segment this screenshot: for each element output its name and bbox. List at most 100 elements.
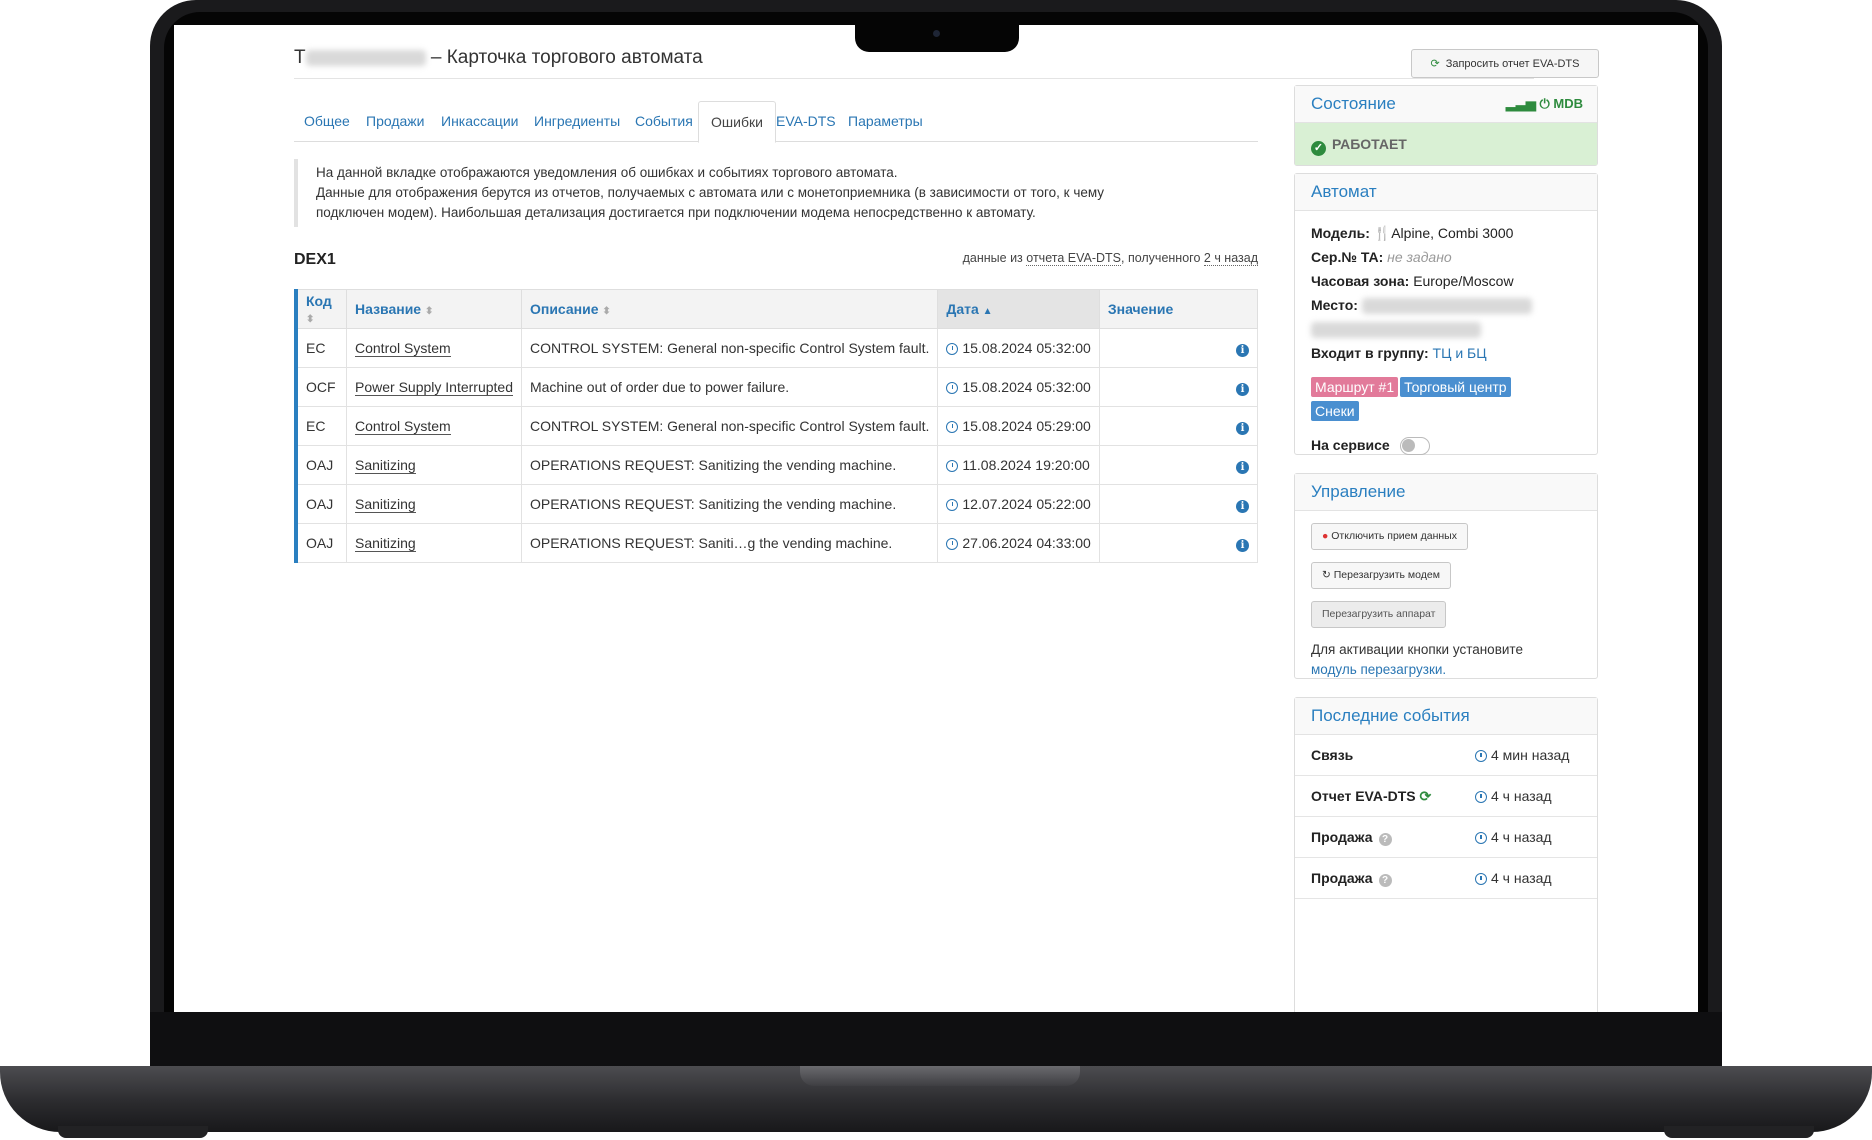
help-icon[interactable]: ? [1378,874,1392,887]
cell-date: 12.07.2024 05:22:00 [937,484,1100,524]
tab-sales[interactable]: Продажи [366,101,424,141]
errors-table-body: EC Control System CONTROL SYSTEM: General … [294,328,1259,563]
cell-name: Power Supply Interrupted [346,367,522,407]
cell-code: OCF [294,367,347,407]
info-icon[interactable]: i [1236,343,1249,357]
info-icon[interactable]: i [1236,421,1249,435]
reboot-modem-button[interactable]: ↻ Перезагрузить модем [1311,562,1451,589]
disable-data-button[interactable]: ● Отключить прием данных [1311,523,1468,550]
reboot-module-link[interactable]: модуль перезагрузки. [1311,662,1446,677]
signal-icon: ▂▃▅ [1505,96,1536,111]
error-name-link[interactable]: Sanitizing [355,496,416,513]
cell-date: 11.08.2024 19:20:00 [937,445,1100,485]
refresh-icon: ⟳ [1430,58,1440,70]
info-icon[interactable]: i [1236,538,1249,552]
cell-value: i [1098,484,1259,524]
cell-date: 15.08.2024 05:32:00 [937,367,1100,407]
cell-code: OAJ [294,445,347,485]
tag-list: Маршрут #1 Торговый центр Снеки [1295,377,1597,425]
machine-model: Модель: 🍴Alpine, Combi 3000 [1311,225,1514,241]
tag-shopping-center[interactable]: Торговый центр [1400,377,1511,397]
cell-description: OPERATIONS REQUEST: Sanitizing the vendi… [520,484,939,524]
laptop-chin [150,1012,1722,1072]
cell-value: i [1098,445,1259,485]
refresh-icon: ↻ [1322,569,1331,581]
clock-icon [1475,832,1487,844]
tab-parameters[interactable]: Параметры [848,101,923,141]
laptop-foot-left [58,1126,208,1138]
cell-name: Sanitizing [346,445,522,485]
cell-date: 15.08.2024 05:29:00 [937,406,1100,446]
cell-date: 15.08.2024 05:32:00 [937,328,1100,368]
col-code-header[interactable]: Код ⬍ [294,289,347,329]
cup-icon: 🍴 [1373,225,1392,241]
tab-ingredients[interactable]: Ингредиенты [534,101,620,141]
tab-general[interactable]: Общее [304,101,350,141]
col-date-header[interactable]: Дата ▲ [937,289,1100,329]
machine-timezone: Часовая зона: Europe/Moscow [1311,273,1514,289]
sort-asc-icon: ▲ [982,306,993,317]
col-value-header[interactable]: Значение [1098,289,1259,329]
dex-source: данные из отчета EVA-DTS, полученного 2 … [962,251,1258,266]
group-link[interactable]: ТЦ и БЦ [1433,345,1487,361]
tab-bar: Общее Продажи Инкассации Ингредиенты Соб… [294,101,1258,143]
events-panel: Последние события Связь 4 мин назад Отчет… [1294,697,1598,1013]
service-row: На сервисе [1295,433,1597,457]
service-toggle[interactable] [1399,437,1430,456]
col-name-header[interactable]: Название ⬍ [346,289,522,329]
table-row: EC Control System CONTROL SYSTEM: General … [294,328,1259,368]
error-name-link[interactable]: Sanitizing [355,457,416,474]
cell-value: i [1098,523,1259,563]
info-note: На данной вкладке отображаются уведомлен… [294,159,1216,227]
refresh-icon[interactable]: ⟳ [1420,788,1432,804]
machine-panel-header: Автомат [1295,174,1597,211]
laptop-hinge-notch [800,1066,1080,1086]
cell-description: OPERATIONS REQUEST: Sanitizing the vendi… [520,445,939,485]
state-panel-header: Состояние ▂▃▅ ⏻ MDB [1295,86,1597,123]
blurred-machine-name [305,49,426,66]
tab-errors[interactable]: Ошибки [698,101,776,143]
blurred-address-line2 [1311,322,1481,339]
error-name-link[interactable]: Control System [355,340,451,357]
tab-events[interactable]: События [635,101,693,141]
cell-name: Control System [346,328,522,368]
eva-dts-report-link[interactable]: отчета EVA-DTS [1026,251,1121,266]
cell-name: Control System [346,406,522,446]
sort-icon: ⬍ [306,314,315,325]
cell-value: i [1098,367,1259,407]
clock-icon [946,343,959,355]
request-eva-dts-button[interactable]: ⟳ Запросить отчет EVA-DTS [1411,49,1599,78]
tab-eva-dts[interactable]: EVA-DTS [776,101,836,141]
table-row: OAJ Sanitizing OPERATIONS REQUEST: Sanitiz… [294,445,1259,485]
plug-icon: ⏻ [1539,96,1550,111]
clock-icon [1475,750,1487,762]
col-description-header[interactable]: Описание ⬍ [520,289,939,329]
stop-icon: ● [1322,530,1329,542]
event-sale: Продажа? 4 ч назад [1295,817,1597,858]
camera-icon [933,30,940,37]
tab-collections[interactable]: Инкассации [441,101,518,141]
tag-snacks[interactable]: Снеки [1311,401,1359,421]
help-icon[interactable]: ? [1378,833,1392,846]
sort-icon: ⬍ [424,306,434,317]
error-name-link[interactable]: Power Supply Interrupted [355,379,513,396]
info-icon[interactable]: i [1236,382,1249,396]
table-row: EC Control System CONTROL SYSTEM: General … [294,406,1259,446]
machine-group: Входит в группу: ТЦ и БЦ [1311,345,1487,361]
status-badge: ✓ РАБОТАЕТ [1295,123,1597,165]
table-row: OAJ Sanitizing OPERATIONS REQUEST: Saniti…… [294,523,1259,563]
error-name-link[interactable]: Sanitizing [355,535,416,552]
info-icon[interactable]: i [1236,499,1249,513]
control-panel-header: Управление [1295,474,1597,511]
dex-heading: DEX1 [294,251,336,268]
tag-route[interactable]: Маршрут #1 [1311,377,1399,397]
events-panel-header: Последние события [1295,698,1597,735]
cell-date: 27.06.2024 04:33:00 [937,523,1100,563]
sort-icon: ⬍ [602,306,611,317]
error-name-link[interactable]: Control System [355,418,451,435]
cell-value: i [1098,328,1259,368]
errors-table: Код ⬍ Название ⬍ Описание ⬍ Дата ▲ Значе… [294,289,1259,563]
info-icon[interactable]: i [1236,460,1249,474]
state-panel: Состояние ▂▃▅ ⏻ MDB ✓ РАБОТАЕТ [1294,85,1598,166]
machine-place: Место: [1295,293,1597,317]
